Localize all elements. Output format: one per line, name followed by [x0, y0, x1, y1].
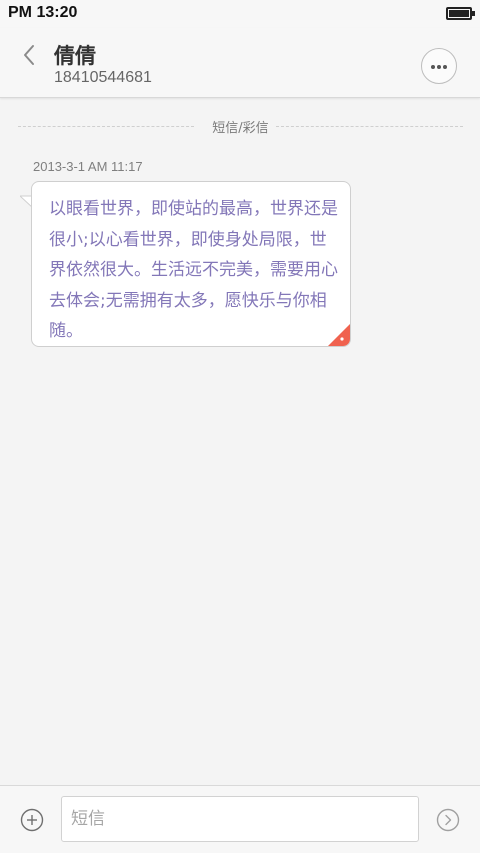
- back-button[interactable]: [18, 42, 42, 68]
- unread-flag-icon: [328, 324, 350, 346]
- chevron-left-icon: [24, 45, 34, 65]
- send-circle-icon: [436, 808, 460, 832]
- status-time: PM 13:20: [8, 4, 78, 21]
- conversation-header: 倩倩 18410544681: [0, 28, 480, 98]
- add-attachment-button[interactable]: [20, 808, 44, 832]
- contact-name: 倩倩: [54, 44, 96, 68]
- message-bubble[interactable]: 以眼看世界，即使站的最高，世界还是很小;以心看世界，即使身处局限，世界依然很大。…: [31, 181, 351, 347]
- message-input[interactable]: [61, 796, 419, 842]
- message-type-divider: 短信/彩信: [18, 117, 463, 136]
- message-text: 以眼看世界，即使站的最高，世界还是很小;以心看世界，即使身处局限，世界依然很大。…: [49, 199, 338, 341]
- composer-bar: [0, 785, 480, 853]
- contact-number: 18410544681: [54, 69, 152, 86]
- message-type-label: 短信/彩信: [206, 121, 275, 136]
- send-button[interactable]: [436, 808, 460, 832]
- more-options-button[interactable]: [421, 48, 457, 84]
- plus-circle-icon: [20, 808, 44, 832]
- sms-conversation-screen: PM 13:20 倩倩 18410544681 短信/彩信 2013-3-1 A…: [0, 0, 480, 853]
- battery-full-icon: [446, 7, 475, 20]
- status-bar: PM 13:20: [0, 0, 480, 28]
- message-timestamp: 2013-3-1 AM 11:17: [33, 159, 143, 174]
